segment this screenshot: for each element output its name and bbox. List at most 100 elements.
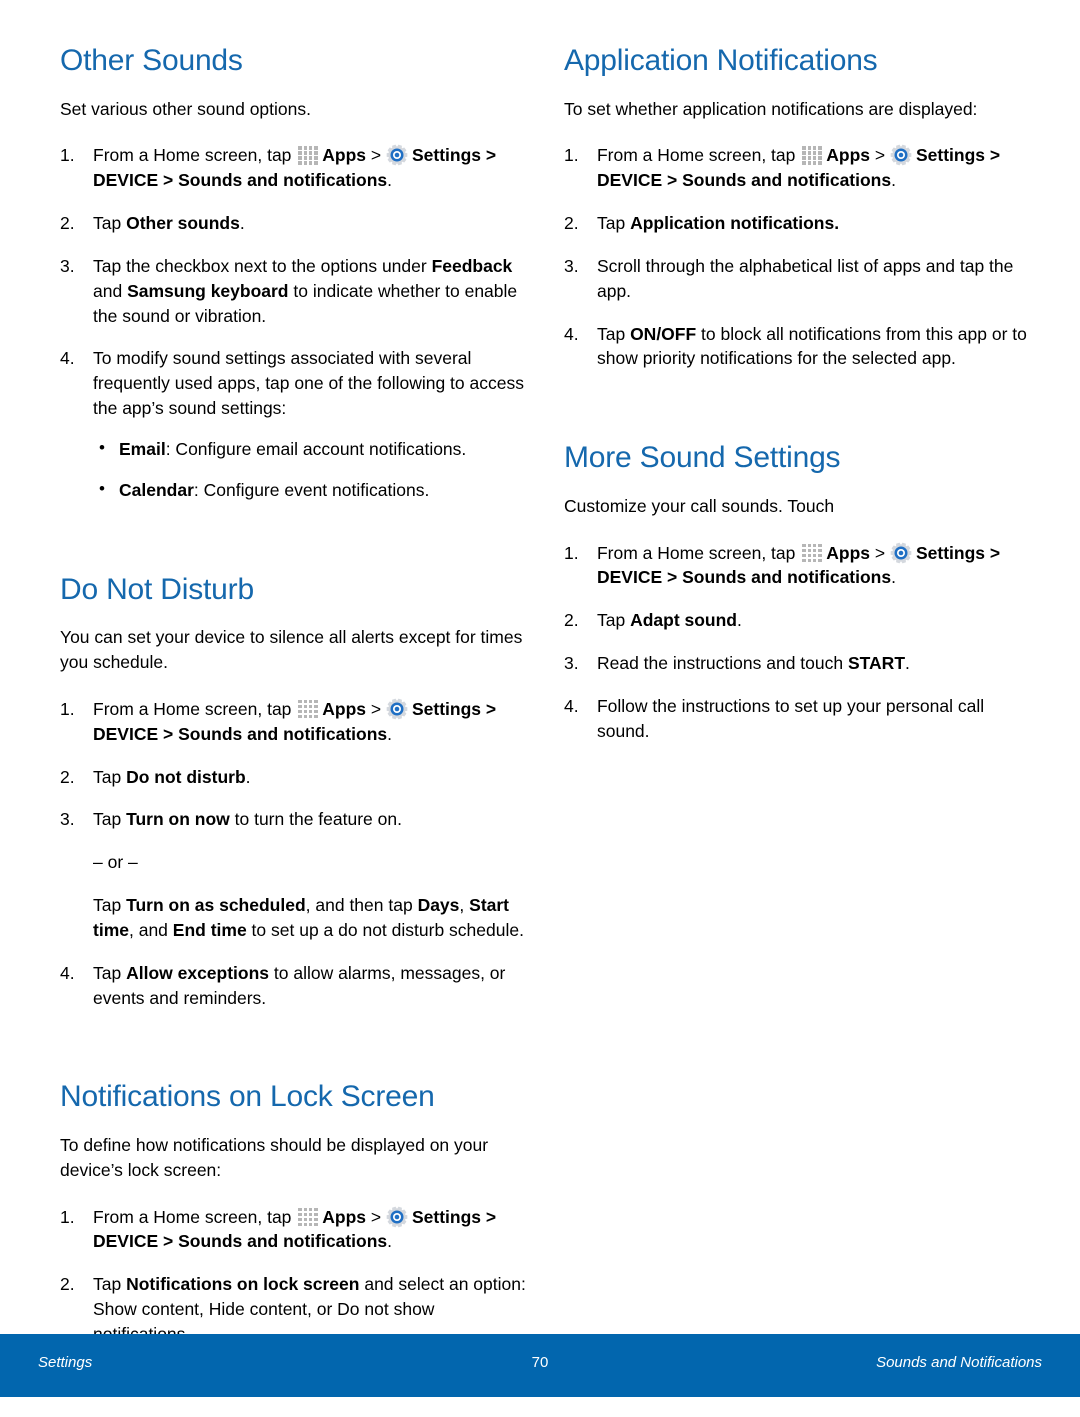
step-number: 4. (60, 348, 75, 369)
left-column: Other Sounds Set various other sound opti… (60, 44, 526, 1344)
emphasised-term: Apps (322, 1206, 367, 1227)
step-number: 4. (60, 962, 75, 983)
step-number: 1. (563, 145, 579, 166)
body-text: , and (128, 919, 173, 940)
step-number: 1. (60, 145, 75, 166)
step-number: 2. (60, 766, 75, 787)
section-heading: More Sound Settings (563, 441, 841, 475)
step-text: From a Home screen, tap Apps > Settings … (93, 698, 496, 744)
manual-section: More Sound Settings Customize your call s… (564, 441, 1028, 813)
body-text: Scroll through the alphabetical list of … (596, 255, 1014, 301)
emphasised-term: Application notifications. (630, 213, 840, 234)
step-text: Tap Adapt sound. (597, 610, 742, 630)
section-intro: Customize your call sounds. Touch (563, 495, 835, 516)
apps-grid-icon (298, 145, 319, 165)
emphasised-term: Samsung keyboard (127, 280, 289, 301)
step-item: 3. Scroll through the alphabetical list o… (564, 254, 1028, 304)
step-text: Tap Do not disturb. (93, 767, 251, 787)
step-text: To modify sound settings associated with… (93, 348, 524, 418)
manual-page: Other Sounds Set various other sound opti… (0, 0, 1080, 1397)
step-item: 4. Tap Allow exceptions to allow alarms, … (60, 961, 526, 1011)
emphasised-term: Apps (322, 145, 367, 166)
step-item: 1. From a Home screen, tap Apps > Setting… (60, 697, 526, 747)
body-text: Tap the checkbox next to the options und… (93, 255, 432, 276)
body-text: Read the instructions and touch (596, 653, 848, 674)
body-text: : Configure event notifications. (193, 479, 430, 500)
body-text: . (905, 653, 910, 674)
body-text: From a Home screen, tap (93, 698, 297, 719)
emphasised-term: Days (417, 895, 460, 916)
body-text: > (870, 145, 890, 166)
apps-grid-icon (802, 543, 823, 563)
manual-section: Do Not Disturb You can set your device to… (60, 573, 526, 1081)
step-number: 3. (563, 653, 579, 674)
body-text: : Configure email account notifications. (165, 438, 467, 459)
alternative-step-text: Tap Turn on as scheduled, and then tap D… (60, 893, 526, 943)
step-item: 1. From a Home screen, tap Apps > Setting… (564, 541, 1028, 591)
step-item: 2. Tap Application notifications. (564, 211, 1028, 236)
step-number: 2. (563, 213, 579, 234)
settings-gear-icon (386, 1206, 408, 1228)
emphasised-term: Apps (826, 542, 871, 563)
body-text: > (870, 542, 890, 563)
body-text: > (366, 698, 386, 719)
step-text: From a Home screen, tap Apps > Settings … (597, 144, 1000, 191)
body-text: . (737, 610, 742, 631)
emphasised-term: Turn on now (126, 809, 230, 830)
step-item: 2. Tap Other sounds. (60, 211, 526, 236)
section-heading: Notifications on Lock Screen (60, 1080, 435, 1114)
step-text: Tap Other sounds. (93, 213, 245, 233)
page-footer: Settings 70 Sounds and Notifications (0, 1334, 1080, 1397)
footer-section-label: Sounds and Notifications (876, 1354, 1042, 1371)
step-number: 4. (563, 323, 579, 344)
body-text: Tap (596, 323, 631, 344)
body-text: . (891, 170, 896, 191)
emphasised-term: Feedback (431, 255, 513, 276)
body-text: Tap (93, 962, 127, 983)
step-text: Tap Application notifications. (597, 213, 839, 233)
step-item: 3. Tap the checkbox next to the options u… (60, 254, 526, 329)
apps-grid-icon (298, 1207, 319, 1227)
step-list: 1. From a Home screen, tap Apps > Setting… (60, 1205, 526, 1347)
body-text: to turn the feature on. (229, 809, 402, 830)
emphasised-term: Apps (322, 698, 367, 719)
section-intro: You can set your device to silence all a… (60, 627, 523, 672)
step-text: Tap Allow exceptions to allow alarms, me… (93, 963, 505, 1008)
emphasised-term: Other sounds (126, 213, 240, 234)
section-heading: Other Sounds (60, 44, 243, 77)
step-text: From a Home screen, tap Apps > Settings … (597, 542, 1000, 587)
step-number: 1. (60, 1206, 75, 1227)
step-item: 4. To modify sound settings associated wi… (60, 346, 526, 502)
step-number: 1. (60, 698, 75, 719)
section-heading: Do Not Disturb (60, 572, 254, 606)
body-text: To modify sound settings associated with… (93, 348, 524, 419)
emphasised-term: START (847, 653, 906, 674)
settings-gear-icon (386, 698, 408, 720)
settings-gear-icon (890, 144, 912, 166)
step-item: 3. Tap Turn on now to turn the feature on… (60, 807, 526, 832)
body-text: and (93, 280, 128, 301)
body-text: Follow the instructions to set up your p… (596, 695, 985, 741)
step-item: 4. Follow the instructions to set up your… (564, 694, 1028, 744)
step-text: Tap ON/OFF to block all notifications fr… (597, 324, 1027, 369)
step-text: Tap Turn on now to turn the feature on. (93, 809, 402, 829)
apps-grid-icon (298, 699, 319, 719)
step-item: 4. Tap ON/OFF to block all notifications … (564, 322, 1028, 372)
body-text: , (459, 895, 470, 916)
section-intro: Set various other sound options. (60, 98, 311, 119)
step-item: 2. Tap Do not disturb. (60, 765, 526, 790)
emphasised-term: Adapt sound (630, 610, 737, 631)
body-text: Tap (93, 213, 127, 234)
step-number: 3. (60, 809, 75, 830)
step-text: From a Home screen, tap Apps > Settings … (93, 1206, 496, 1252)
body-text: Tap (596, 610, 631, 631)
alternative-separator: – or – (93, 852, 138, 873)
body-text: Tap (93, 766, 127, 787)
body-text: . (387, 1231, 392, 1252)
section-intro: To define how notifications should be di… (60, 1134, 489, 1180)
step-text: Follow the instructions to set up your p… (597, 696, 984, 741)
body-text: Tap (596, 213, 631, 234)
step-item: 2. Tap Adapt sound. (564, 608, 1028, 633)
